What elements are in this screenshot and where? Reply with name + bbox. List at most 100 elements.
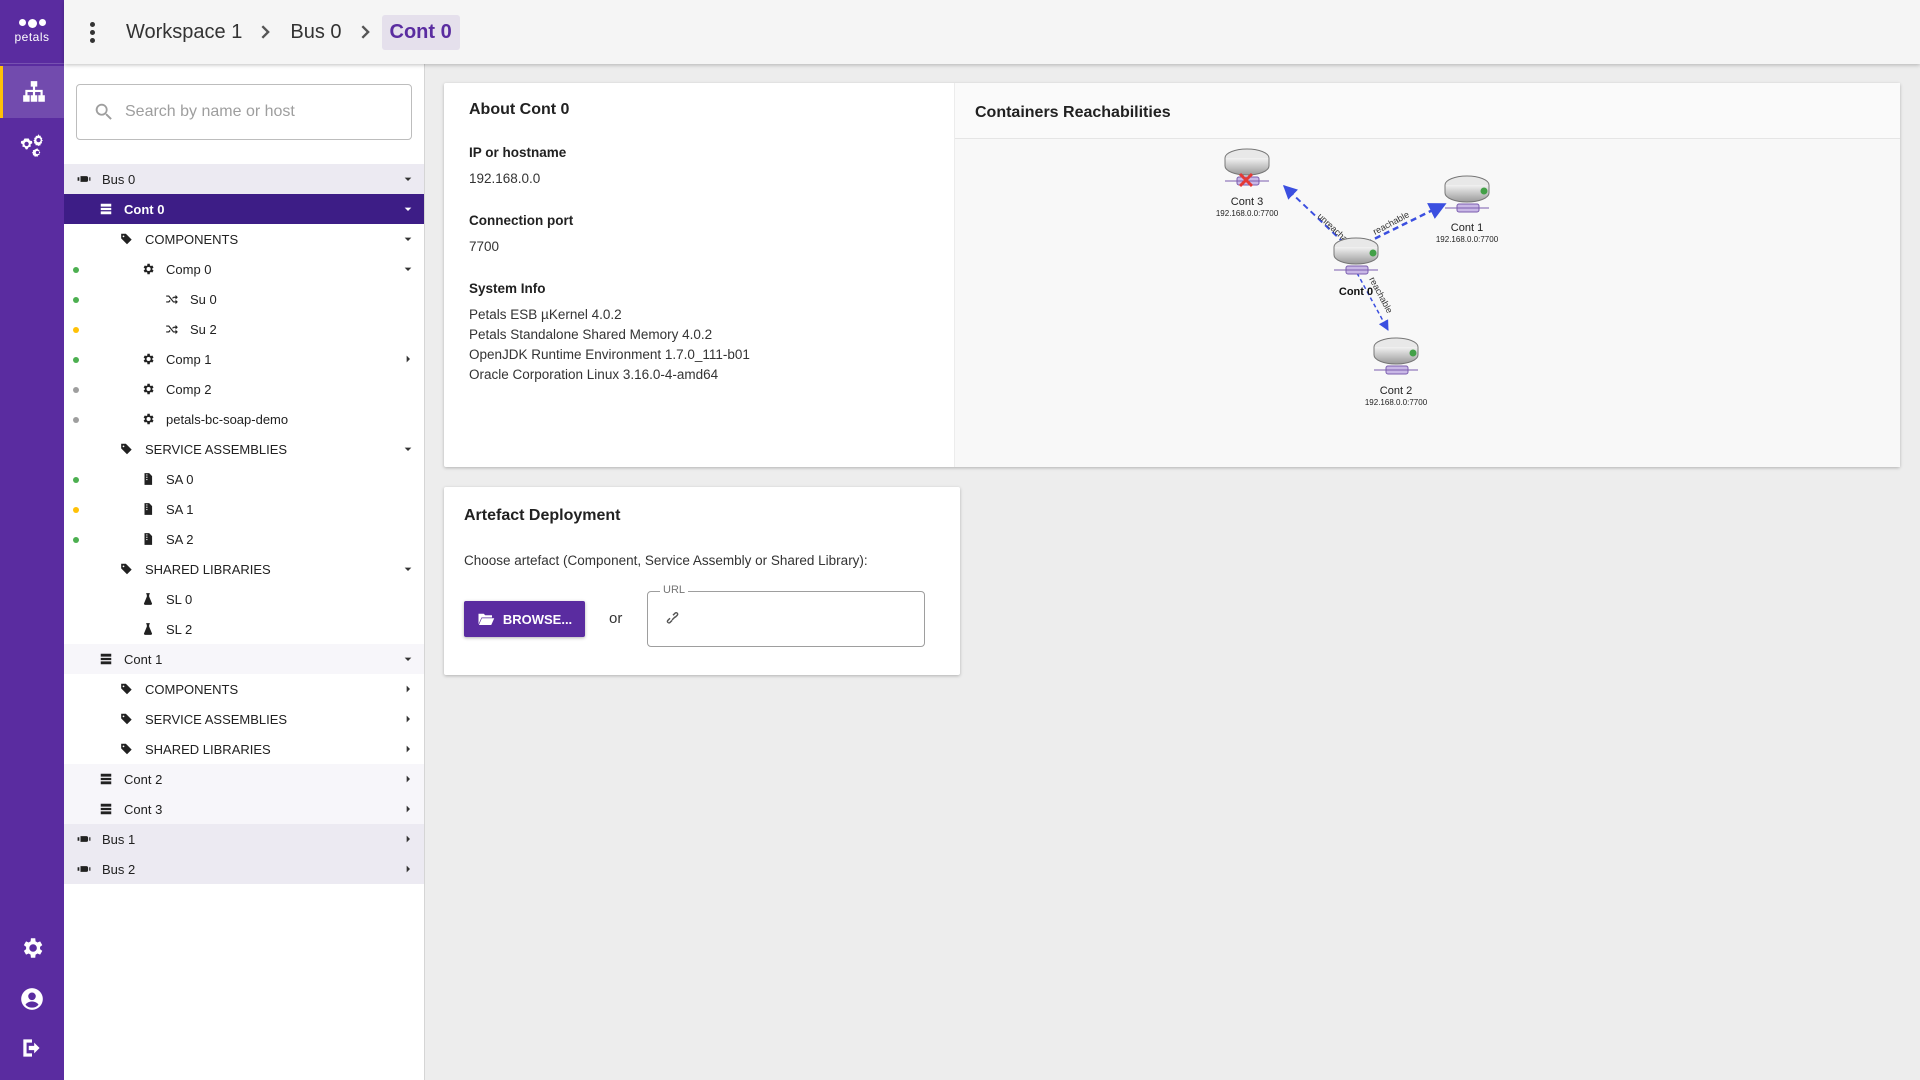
- host-value: 192.168.0.0: [469, 171, 541, 186]
- random-icon: [164, 291, 180, 307]
- tree-item-bus-0[interactable]: Bus 0: [64, 164, 424, 194]
- tags-icon: [119, 741, 135, 757]
- tree-item-label: Comp 1: [166, 351, 212, 367]
- node-cont3[interactable]: Cont 3 192.168.0.0:7700: [1216, 148, 1279, 218]
- node-address: 192.168.0.0:7700: [1365, 398, 1428, 407]
- url-field[interactable]: URL: [647, 584, 925, 647]
- caret-right-icon[interactable]: [400, 351, 416, 367]
- cogs-icon: [20, 134, 43, 157]
- server-icon: [98, 771, 114, 787]
- node-name: Cont 1: [1451, 222, 1483, 234]
- tree-item-cont-3[interactable]: Cont 3: [64, 794, 424, 824]
- node-address: 192.168.0.0:7700: [1216, 209, 1279, 218]
- tree-item-label: SHARED LIBRARIES: [145, 741, 271, 757]
- artefact-deployment-card: Artefact Deployment Choose artefact (Com…: [444, 487, 960, 675]
- caret-down-icon[interactable]: [400, 561, 416, 577]
- browse-button[interactable]: BROWSE...: [464, 601, 585, 637]
- status-dot-started: [73, 297, 79, 303]
- tree-item-bus-2[interactable]: Bus 2: [64, 854, 424, 884]
- caret-right-icon[interactable]: [400, 831, 416, 847]
- tree-item-label: SHARED LIBRARIES: [145, 561, 271, 577]
- tree-item-components[interactable]: COMPONENTS: [64, 674, 424, 704]
- tree-item-su-2[interactable]: Su 2: [64, 314, 424, 344]
- caret-right-icon[interactable]: [400, 861, 416, 877]
- caret-down-icon[interactable]: [400, 261, 416, 277]
- tree-item-label: SERVICE ASSEMBLIES: [145, 441, 288, 457]
- tree-item-label: Cont 1: [124, 651, 163, 667]
- search-icon: [95, 103, 112, 120]
- caret-right-icon[interactable]: [400, 801, 416, 817]
- tree-item-label: Bus 2: [102, 861, 136, 877]
- tree-item-sl-0[interactable]: SL 0: [64, 584, 424, 614]
- sign-out-icon: [23, 1039, 40, 1057]
- about-title: About Cont 0: [469, 101, 570, 118]
- url-label: URL: [660, 584, 689, 596]
- tree-item-label: COMPONENTS: [145, 231, 239, 247]
- tree-item-su-0[interactable]: Su 0: [64, 284, 424, 314]
- admin-nav-button[interactable]: [0, 119, 64, 171]
- tree-item-label: SA 2: [166, 531, 194, 547]
- caret-right-icon[interactable]: [400, 771, 416, 787]
- search-input[interactable]: [125, 103, 395, 121]
- tree-item-components[interactable]: COMPONENTS: [64, 224, 424, 254]
- status-dot-unknown: [73, 387, 79, 393]
- more-vert-icon[interactable]: [80, 20, 104, 44]
- node-cont2[interactable]: Cont 2 192.168.0.0:7700: [1365, 337, 1428, 407]
- status-dot-started: [1480, 187, 1488, 195]
- browse-button-label: BROWSE...: [502, 611, 573, 627]
- file-zip-icon: [140, 471, 156, 487]
- caret-down-icon[interactable]: [400, 171, 416, 187]
- tree-item-sa-0[interactable]: SA 0: [64, 464, 424, 494]
- topology-nav-button[interactable]: [0, 66, 64, 118]
- breadcrumb-bus[interactable]: Bus 0: [282, 15, 349, 50]
- node-cont1[interactable]: Cont 1 192.168.0.0:7700: [1436, 175, 1499, 244]
- petals-logo[interactable]: petals: [0, 0, 64, 64]
- sysinfo-line: Petals Standalone Shared Memory 4.0.2: [469, 327, 713, 342]
- chevron-right-icon: [354, 20, 378, 44]
- caret-right-icon[interactable]: [400, 741, 416, 757]
- tree-item-shared-libraries[interactable]: SHARED LIBRARIES: [64, 734, 424, 764]
- breadcrumb-workspace[interactable]: Workspace 1: [118, 15, 250, 50]
- link-icon: [666, 612, 679, 624]
- search-box[interactable]: [76, 84, 412, 140]
- cog-icon: [140, 351, 156, 367]
- tree-item-service-assemblies[interactable]: SERVICE ASSEMBLIES: [64, 434, 424, 464]
- tree-item-cont-2[interactable]: Cont 2: [64, 764, 424, 794]
- logout-nav-button[interactable]: [0, 1022, 64, 1074]
- gear-icon: [23, 938, 43, 958]
- topology-tree: Bus 0 Cont 0 COMPONENTS Comp 0 Su 0 Su 2…: [64, 164, 424, 884]
- tree-item-shared-libraries[interactable]: SHARED LIBRARIES: [64, 554, 424, 584]
- tree-item-bus-1[interactable]: Bus 1: [64, 824, 424, 854]
- caret-down-icon[interactable]: [400, 441, 416, 457]
- tree-item-cont-0[interactable]: Cont 0: [64, 194, 424, 224]
- node-cont0[interactable]: Cont 0: [1333, 237, 1379, 298]
- tree-item-cont-1[interactable]: Cont 1: [64, 644, 424, 674]
- settings-nav-button[interactable]: [0, 922, 64, 974]
- tree-item-label: SA 1: [166, 501, 194, 517]
- url-input[interactable]: [690, 611, 920, 627]
- tree-item-petals-bc-soap-demo[interactable]: petals-bc-soap-demo: [64, 404, 424, 434]
- file-zip-icon: [140, 531, 156, 547]
- sysinfo-line: Oracle Corporation Linux 3.16.0-4-amd64: [469, 367, 719, 382]
- tree-item-sa-2[interactable]: SA 2: [64, 524, 424, 554]
- tree-item-service-assemblies[interactable]: SERVICE ASSEMBLIES: [64, 704, 424, 734]
- caret-down-icon[interactable]: [400, 231, 416, 247]
- caret-down-icon[interactable]: [400, 201, 416, 217]
- tree-item-comp-1[interactable]: Comp 1: [64, 344, 424, 374]
- breadcrumb-container[interactable]: Cont 0: [381, 14, 460, 50]
- account-nav-button[interactable]: [0, 973, 64, 1025]
- caret-down-icon[interactable]: [400, 651, 416, 667]
- tree-item-sa-1[interactable]: SA 1: [64, 494, 424, 524]
- bus-icon: [76, 861, 92, 877]
- reachability-pane: Containers Reachabilities unreachable re…: [954, 83, 1900, 467]
- server-icon: [98, 201, 114, 217]
- status-dot-stopped: [73, 507, 79, 513]
- logo-text: petals: [14, 30, 50, 44]
- tree-item-comp-0[interactable]: Comp 0: [64, 254, 424, 284]
- caret-right-icon[interactable]: [400, 711, 416, 727]
- top-bar: Workspace 1 Bus 0 Cont 0: [64, 0, 1920, 64]
- caret-right-icon[interactable]: [400, 681, 416, 697]
- tree-item-comp-2[interactable]: Comp 2: [64, 374, 424, 404]
- node-name: Cont 2: [1380, 385, 1412, 397]
- tree-item-sl-2[interactable]: SL 2: [64, 614, 424, 644]
